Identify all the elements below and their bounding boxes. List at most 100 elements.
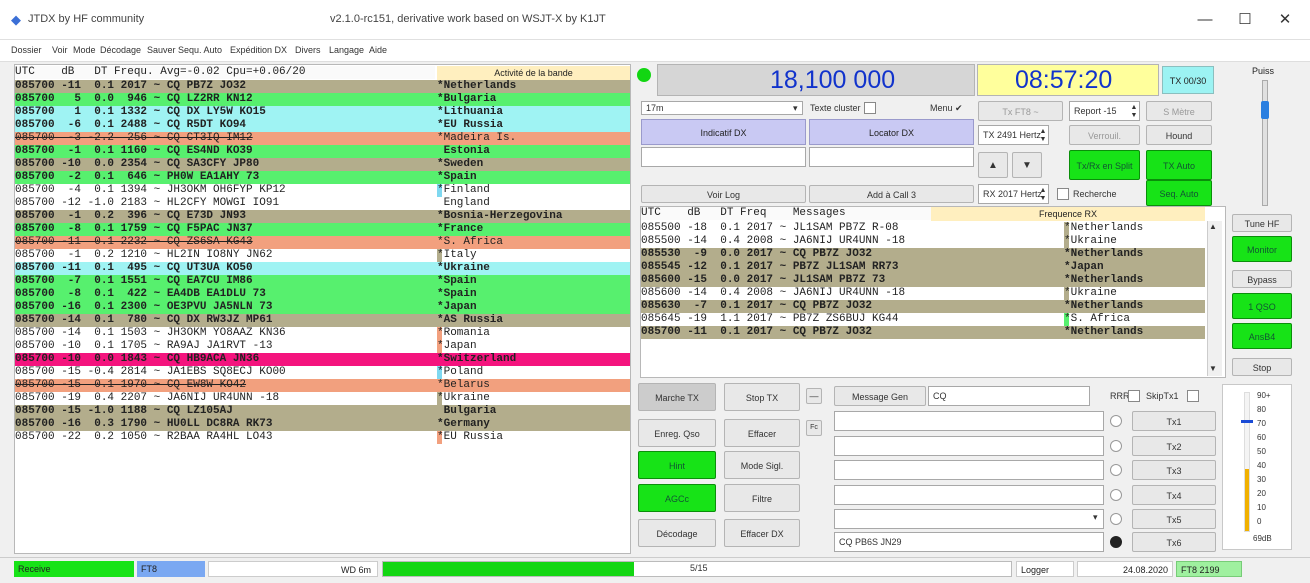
band-activity-country[interactable]: England xyxy=(437,197,630,210)
marche-tx-button[interactable]: Marche TX xyxy=(638,383,716,411)
band-activity-row[interactable]: 085700 -10 0.1 1705 ~ RA9AJ JA1RVT -13 xyxy=(15,340,437,353)
band-activity-country[interactable]: *Japan xyxy=(437,301,630,314)
tx4-button[interactable]: Tx4 xyxy=(1132,485,1216,505)
tx2-message-input[interactable] xyxy=(834,436,1104,456)
tx-mode-button[interactable]: Tx FT8 ~ xyxy=(978,101,1063,121)
sequ-auto-button[interactable]: Seq. Auto xyxy=(1146,180,1212,206)
band-activity-country[interactable]: *Bulgaria xyxy=(437,93,630,106)
band-activity-row[interactable]: 085700 -14 0.1 780 ~ CQ DX RW3JZ MP61 xyxy=(15,314,437,327)
tx4-radio[interactable] xyxy=(1110,489,1122,501)
band-activity-country[interactable]: *Netherlands xyxy=(437,80,630,93)
rx-frequency-country[interactable]: *S. Africa xyxy=(1064,313,1205,326)
effacer-dx-button[interactable]: Effacer DX xyxy=(724,519,800,547)
band-activity-country[interactable]: *Finland xyxy=(437,184,630,197)
rx-frequency-country[interactable]: *Netherlands xyxy=(1064,222,1205,235)
stop-tx-button[interactable]: Stop TX xyxy=(724,383,800,411)
skip-tx1-checkbox[interactable] xyxy=(1187,390,1199,402)
tx3-radio[interactable] xyxy=(1110,464,1122,476)
arrow-down-icon[interactable]: ▼ xyxy=(1012,152,1042,178)
arrow-up-icon[interactable]: ▲ xyxy=(978,152,1008,178)
dx-call-input[interactable] xyxy=(641,147,806,167)
s-meter-button[interactable]: S Mètre xyxy=(1146,101,1212,121)
band-activity-country[interactable]: *Spain xyxy=(437,288,630,301)
tx5-message-input[interactable] xyxy=(834,509,1104,529)
band-activity-row[interactable]: 085700 -2 0.1 646 ~ PH0W EA1AHY 73 xyxy=(15,171,437,184)
recherche-checkbox[interactable] xyxy=(1057,188,1069,200)
band-activity-country[interactable]: *Switzerland xyxy=(437,353,630,366)
enreg-qso-button[interactable]: Enreg. Qso xyxy=(638,419,716,447)
band-activity-row[interactable]: 085700 -11 0.1 2232 ~ CQ ZS6SA KG43 xyxy=(15,236,437,249)
tx2-button[interactable]: Tx2 xyxy=(1132,436,1216,456)
band-select[interactable]: 17m xyxy=(641,101,803,115)
band-activity-country[interactable]: Estonia xyxy=(437,145,630,158)
rx-frequency-row[interactable]: 085530 -9 0.0 2017 ~ CQ PB7Z JO32 xyxy=(641,248,1064,261)
rrr-checkbox[interactable] xyxy=(1128,390,1140,402)
menu-langage[interactable]: Langage xyxy=(329,45,364,55)
band-activity-row[interactable]: 085700 -14 0.1 1503 ~ JH3OKM YO8AAZ KN36 xyxy=(15,327,437,340)
report-spin-up-icon[interactable]: ▲ xyxy=(1129,104,1139,111)
band-activity-country[interactable]: *Belarus xyxy=(437,379,630,392)
band-activity-country[interactable]: *Sweden xyxy=(437,158,630,171)
rx-frequency-country[interactable]: *Ukraine xyxy=(1064,287,1205,300)
tx-rx-split-button[interactable]: Tx/Rx en Split xyxy=(1069,150,1140,180)
menu-decodage[interactable]: Décodage xyxy=(100,45,141,55)
rx-spin-up-icon[interactable]: ▲ xyxy=(1038,187,1048,194)
rx-frequency-row[interactable]: 085630 -7 0.1 2017 ~ CQ PB7Z JO32 xyxy=(641,300,1064,313)
band-activity-row[interactable]: 085700 -1 0.1 1160 ~ CQ ES4ND KO39 xyxy=(15,145,437,158)
rx-frequency-row[interactable]: 085600 -14 0.4 2008 ~ JA6NIJ UR4UNN -18 xyxy=(641,287,1064,300)
dx-grid-input[interactable] xyxy=(809,147,974,167)
scroll-down-icon[interactable]: ▼ xyxy=(1209,364,1217,373)
tx5-radio[interactable] xyxy=(1110,513,1122,525)
tx-period-badge[interactable]: TX 00/30 xyxy=(1162,66,1214,94)
one-qso-button[interactable]: 1 QSO xyxy=(1232,293,1292,319)
band-activity-row[interactable]: 085700 -1 0.2 1210 ~ HL2IN IO8NY JN62 xyxy=(15,249,437,262)
rx-frequency-country[interactable]: *Netherlands xyxy=(1064,274,1205,287)
band-activity-country[interactable]: *Ukraine xyxy=(437,392,630,405)
band-activity-country[interactable]: *Germany xyxy=(437,418,630,431)
band-activity-country[interactable]: *Japan xyxy=(437,340,630,353)
menu-sauver[interactable]: Sauver xyxy=(147,45,176,55)
band-activity-country[interactable]: *Poland xyxy=(437,366,630,379)
menu-toggle[interactable]: Menu ✔ xyxy=(930,103,963,114)
fc-button[interactable]: Fc xyxy=(806,420,822,436)
band-activity-country[interactable]: *Madeira Is. xyxy=(437,132,630,145)
rx-frequency-row[interactable]: 085600 -15 0.0 2017 ~ JL1SAM PB7Z 73 xyxy=(641,274,1064,287)
mode-sigl-button[interactable]: Mode Sigl. xyxy=(724,451,800,479)
band-activity-row[interactable]: 085700 -15 -0.4 2814 ~ JA1EBS SQ8ECJ KO0… xyxy=(15,366,437,379)
tx6-radio-selected[interactable] xyxy=(1110,536,1122,548)
band-activity-country[interactable]: *Romania xyxy=(437,327,630,340)
power-slider[interactable] xyxy=(1262,80,1268,206)
band-activity-country[interactable]: *Ukraine xyxy=(437,262,630,275)
tx4-message-input[interactable] xyxy=(834,485,1104,505)
band-activity-row[interactable]: 085700 -10 0.0 1843 ~ CQ HB9ACA JN36 xyxy=(15,353,437,366)
rx-frequency-row[interactable]: 085500 -14 0.4 2008 ~ JA6NIJ UR4UNN -18 xyxy=(641,235,1064,248)
scroll-up-icon[interactable]: ▲ xyxy=(1209,222,1217,231)
band-activity-row[interactable]: 085700 -12 -1.0 2183 ~ HL2CFY MOWGI IO91 xyxy=(15,197,437,210)
band-activity-row[interactable]: 085700 -3 -2.2 256 ~ CQ CT3IQ IM12 xyxy=(15,132,437,145)
band-activity-country[interactable]: *EU Russia xyxy=(437,431,630,444)
monitor-button[interactable]: Monitor xyxy=(1232,236,1292,262)
band-activity-row[interactable]: 085700 -8 0.1 422 ~ EA4DB EA1DLU 73 xyxy=(15,288,437,301)
band-activity-row[interactable]: 085700 -19 0.4 2207 ~ JA6NIJ UR4UNN -18 xyxy=(15,392,437,405)
tx3-button[interactable]: Tx3 xyxy=(1132,460,1216,480)
menu-mode[interactable]: Mode xyxy=(73,45,96,55)
band-activity-row[interactable]: 085700 1 0.1 1332 ~ CQ DX LY5W KO15 xyxy=(15,106,437,119)
tx-spin-up-icon[interactable]: ▲ xyxy=(1038,128,1048,135)
tx-auto-button[interactable]: TX Auto xyxy=(1146,150,1212,180)
power-slider-handle[interactable] xyxy=(1261,101,1269,119)
band-activity-country[interactable]: *S. Africa xyxy=(437,236,630,249)
band-activity-country[interactable]: *Spain xyxy=(437,275,630,288)
band-activity-row[interactable]: 085700 -16 0.1 2300 ~ OE3PVU JA5NLN 73 xyxy=(15,301,437,314)
arrow-left-button[interactable]: — xyxy=(806,388,822,404)
filtre-button[interactable]: Filtre xyxy=(724,484,800,512)
menu-divers[interactable]: Divers xyxy=(295,45,321,55)
band-activity-row[interactable]: 085700 -10 0.0 2354 ~ CQ SA3CFY JP80 xyxy=(15,158,437,171)
band-activity-row[interactable]: 085700 -11 0.1 495 ~ CQ UT3UA KO50 xyxy=(15,262,437,275)
stop-button[interactable]: Stop xyxy=(1232,358,1292,376)
bypass-button[interactable]: Bypass xyxy=(1232,270,1292,288)
band-activity-row[interactable]: 085700 -15 0.1 1970 ~ CQ EW8W KO42 xyxy=(15,379,437,392)
minimize-icon[interactable]: — xyxy=(1190,8,1220,32)
tx6-message-input[interactable]: CQ PB6S JN29 xyxy=(834,532,1104,552)
band-activity-row[interactable]: 085700 -6 0.1 2488 ~ CQ R5DT KO94 xyxy=(15,119,437,132)
lock-tx-button[interactable]: Verrouil. xyxy=(1069,125,1140,145)
